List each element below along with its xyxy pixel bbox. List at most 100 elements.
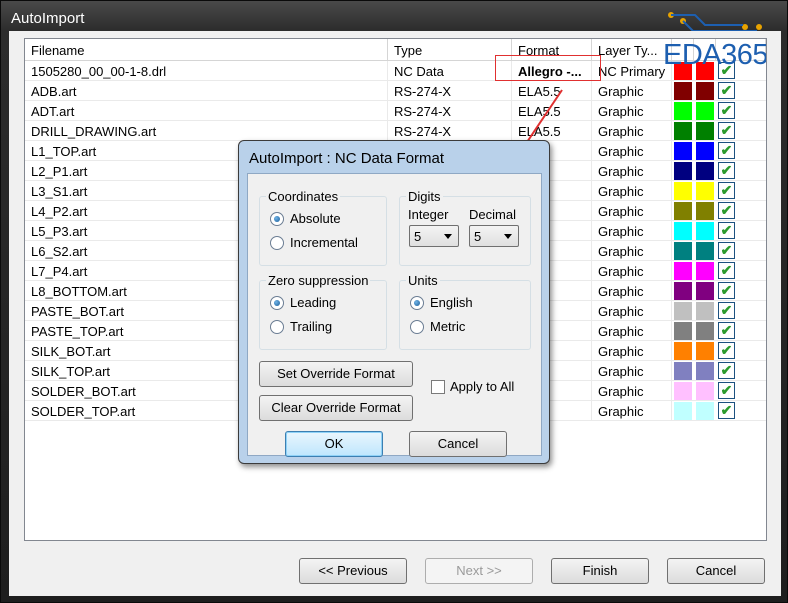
layer-type-cell[interactable]: Graphic: [592, 361, 672, 381]
previous-button[interactable]: << Previous: [299, 558, 407, 584]
color-swatch[interactable]: [674, 302, 692, 320]
color-swatch[interactable]: [696, 242, 714, 260]
color-swatch[interactable]: [674, 362, 692, 380]
color-swatch[interactable]: [696, 362, 714, 380]
layer-type-cell[interactable]: Graphic: [592, 281, 672, 301]
color-swatch[interactable]: [696, 322, 714, 340]
format-cell[interactable]: ELA5.5: [512, 101, 592, 121]
enabled-checkbox[interactable]: ✔: [718, 242, 735, 259]
decimal-select[interactable]: 5: [469, 225, 519, 247]
color-swatch[interactable]: [674, 242, 692, 260]
color-swatch[interactable]: [674, 142, 692, 160]
absolute-label[interactable]: Absolute: [290, 211, 341, 226]
english-radio[interactable]: [410, 296, 424, 310]
enabled-checkbox[interactable]: ✔: [718, 222, 735, 239]
enabled-checkbox[interactable]: ✔: [718, 322, 735, 339]
layer-type-cell[interactable]: Graphic: [592, 221, 672, 241]
layer-type-cell[interactable]: Graphic: [592, 381, 672, 401]
color-swatch[interactable]: [674, 162, 692, 180]
cancel-button[interactable]: Cancel: [667, 558, 765, 584]
color-swatch[interactable]: [674, 382, 692, 400]
format-cell[interactable]: ELA5.5: [512, 81, 592, 101]
color-swatch[interactable]: [696, 142, 714, 160]
finish-button[interactable]: Finish: [551, 558, 649, 584]
layer-type-cell[interactable]: Graphic: [592, 201, 672, 221]
layer-type-cell[interactable]: Graphic: [592, 261, 672, 281]
clear-override-format-button[interactable]: Clear Override Format: [259, 395, 413, 421]
enabled-checkbox[interactable]: ✔: [718, 302, 735, 319]
color-swatch[interactable]: [696, 302, 714, 320]
color-swatch[interactable]: [674, 202, 692, 220]
set-override-format-button[interactable]: Set Override Format: [259, 361, 413, 387]
enabled-checkbox[interactable]: ✔: [718, 142, 735, 159]
incremental-radio[interactable]: [270, 236, 284, 250]
color-swatch[interactable]: [696, 262, 714, 280]
color-swatch[interactable]: [674, 182, 692, 200]
enabled-checkbox[interactable]: ✔: [718, 402, 735, 419]
color-swatch[interactable]: [696, 162, 714, 180]
layer-type-cell[interactable]: Graphic: [592, 101, 672, 121]
color-swatch[interactable]: [696, 82, 714, 100]
trailing-label[interactable]: Trailing: [290, 319, 332, 334]
enabled-checkbox[interactable]: ✔: [718, 122, 735, 139]
color-swatch[interactable]: [696, 282, 714, 300]
incremental-label[interactable]: Incremental: [290, 235, 358, 250]
layer-type-cell[interactable]: Graphic: [592, 81, 672, 101]
layer-type-cell[interactable]: Graphic: [592, 181, 672, 201]
enabled-checkbox[interactable]: ✔: [718, 182, 735, 199]
table-row[interactable]: ADB.art RS-274-X ELA5.5 Graphic ✔: [25, 81, 766, 101]
enabled-checkbox[interactable]: ✔: [718, 202, 735, 219]
color-swatch[interactable]: [674, 402, 692, 420]
layer-type-cell[interactable]: NC Primary: [592, 61, 672, 81]
dialog-cancel-button[interactable]: Cancel: [409, 431, 507, 457]
enabled-checkbox[interactable]: ✔: [718, 82, 735, 99]
color-swatch[interactable]: [696, 102, 714, 120]
absolute-radio[interactable]: [270, 212, 284, 226]
enabled-checkbox[interactable]: ✔: [718, 382, 735, 399]
layer-type-cell[interactable]: Graphic: [592, 401, 672, 421]
color-swatch[interactable]: [674, 342, 692, 360]
leading-radio[interactable]: [270, 296, 284, 310]
color-swatch[interactable]: [696, 402, 714, 420]
leading-label[interactable]: Leading: [290, 295, 336, 310]
layer-type-cell[interactable]: Graphic: [592, 141, 672, 161]
color-swatch[interactable]: [674, 82, 692, 100]
color-swatch[interactable]: [674, 222, 692, 240]
enabled-checkbox[interactable]: ✔: [718, 342, 735, 359]
table-row[interactable]: DRILL_DRAWING.art RS-274-X ELA5.5 Graphic ✔: [25, 121, 766, 141]
color-swatch[interactable]: [696, 382, 714, 400]
enabled-checkbox[interactable]: ✔: [718, 102, 735, 119]
column-header-filename[interactable]: Filename: [25, 39, 388, 61]
metric-radio[interactable]: [410, 320, 424, 334]
ok-button[interactable]: OK: [285, 431, 383, 457]
apply-to-all-label[interactable]: Apply to All: [450, 379, 514, 394]
layer-type-cell[interactable]: Graphic: [592, 341, 672, 361]
color-swatch[interactable]: [696, 202, 714, 220]
english-label[interactable]: English: [430, 295, 473, 310]
column-header-layer-type[interactable]: Layer Ty...: [592, 39, 672, 61]
apply-to-all-checkbox[interactable]: [431, 380, 445, 394]
integer-select[interactable]: 5: [409, 225, 459, 247]
enabled-checkbox[interactable]: ✔: [718, 262, 735, 279]
color-swatch[interactable]: [674, 262, 692, 280]
color-swatch[interactable]: [696, 122, 714, 140]
layer-type-cell[interactable]: Graphic: [592, 121, 672, 141]
format-cell[interactable]: ELA5.5: [512, 121, 592, 141]
table-row[interactable]: ADT.art RS-274-X ELA5.5 Graphic ✔: [25, 101, 766, 121]
trailing-radio[interactable]: [270, 320, 284, 334]
layer-type-cell[interactable]: Graphic: [592, 241, 672, 261]
color-swatch[interactable]: [674, 322, 692, 340]
layer-type-cell[interactable]: Graphic: [592, 161, 672, 181]
metric-label[interactable]: Metric: [430, 319, 465, 334]
color-swatch[interactable]: [696, 182, 714, 200]
table-row[interactable]: 1505280_00_00-1-8.drl NC Data Allegro -...…: [25, 61, 766, 81]
color-swatch[interactable]: [674, 102, 692, 120]
enabled-checkbox[interactable]: ✔: [718, 362, 735, 379]
color-swatch[interactable]: [696, 222, 714, 240]
enabled-checkbox[interactable]: ✔: [718, 282, 735, 299]
enabled-checkbox[interactable]: ✔: [718, 162, 735, 179]
layer-type-cell[interactable]: Graphic: [592, 321, 672, 341]
color-swatch[interactable]: [674, 122, 692, 140]
layer-type-cell[interactable]: Graphic: [592, 301, 672, 321]
color-swatch[interactable]: [696, 342, 714, 360]
